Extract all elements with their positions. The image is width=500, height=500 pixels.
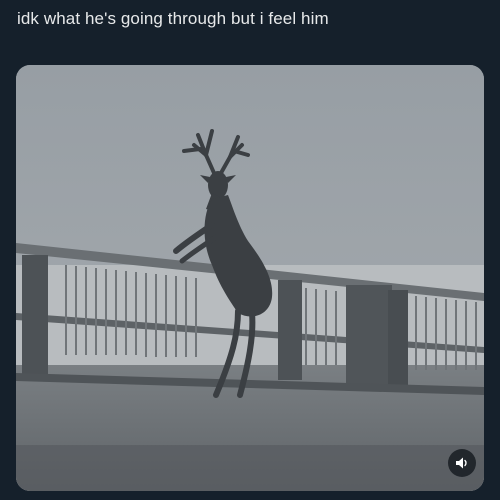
speaker-icon — [456, 457, 467, 469]
video-player[interactable] — [16, 65, 484, 491]
post-text: idk what he's going through but i feel h… — [17, 9, 329, 28]
video-frame — [16, 65, 484, 491]
mute-button[interactable] — [448, 449, 476, 477]
